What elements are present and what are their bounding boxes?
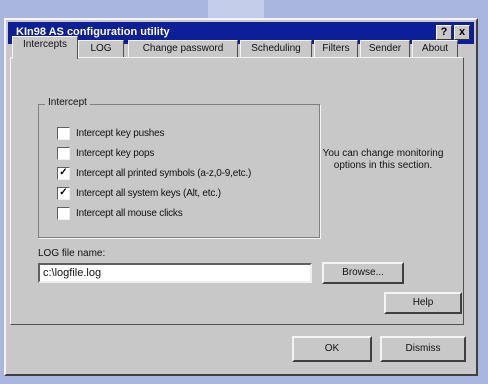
option-label: Intercept key pushes [76, 128, 165, 140]
option-printed-symbols[interactable]: ✓ Intercept all printed symbols (a-z,0-9,… [57, 165, 252, 181]
checkbox[interactable] [57, 127, 70, 141]
option-key-pops[interactable]: Intercept key pops [57, 145, 155, 161]
help-button[interactable]: Help [384, 292, 462, 314]
tab-change-password[interactable]: Change password [128, 40, 238, 58]
checkbox-checked[interactable]: ✓ [57, 187, 70, 201]
tab-sender[interactable]: Sender [360, 40, 410, 58]
option-label: Intercept all printed symbols (a-z,0-9,e… [76, 168, 252, 180]
checkbox[interactable] [57, 207, 70, 221]
log-file-label: LOG file name: [38, 248, 106, 259]
tab-filters[interactable]: Filters [314, 40, 358, 58]
intercept-group: Intercept Intercept key pushes Intercept… [38, 97, 320, 238]
tab-about[interactable]: About [412, 40, 458, 58]
checkbox[interactable] [57, 147, 70, 161]
dismiss-button[interactable]: Dismiss [380, 336, 466, 362]
browse-button[interactable]: Browse... [322, 262, 404, 284]
option-system-keys[interactable]: ✓ Intercept all system keys (Alt, etc.) [57, 185, 221, 201]
group-label: Intercept [45, 97, 90, 108]
log-file-input[interactable] [38, 263, 312, 283]
tab-scheduling[interactable]: Scheduling [240, 40, 312, 58]
option-label: Intercept all system keys (Alt, etc.) [76, 188, 221, 200]
monitoring-hint: You can change monitoring options in thi… [322, 148, 444, 171]
option-label: Intercept all mouse clicks [76, 208, 183, 220]
checkbox-checked[interactable]: ✓ [57, 167, 70, 181]
option-mouse-clicks[interactable]: Intercept all mouse clicks [57, 205, 183, 221]
option-key-pushes[interactable]: Intercept key pushes [57, 125, 165, 141]
ok-button[interactable]: OK [292, 336, 372, 362]
close-button[interactable]: x [454, 25, 470, 40]
background-tab [208, 0, 264, 20]
help-title-button[interactable]: ? [436, 25, 452, 40]
tab-log[interactable]: LOG [78, 40, 124, 58]
tab-intercepts[interactable]: Intercepts [12, 36, 78, 59]
option-label: Intercept key pops [76, 148, 155, 160]
